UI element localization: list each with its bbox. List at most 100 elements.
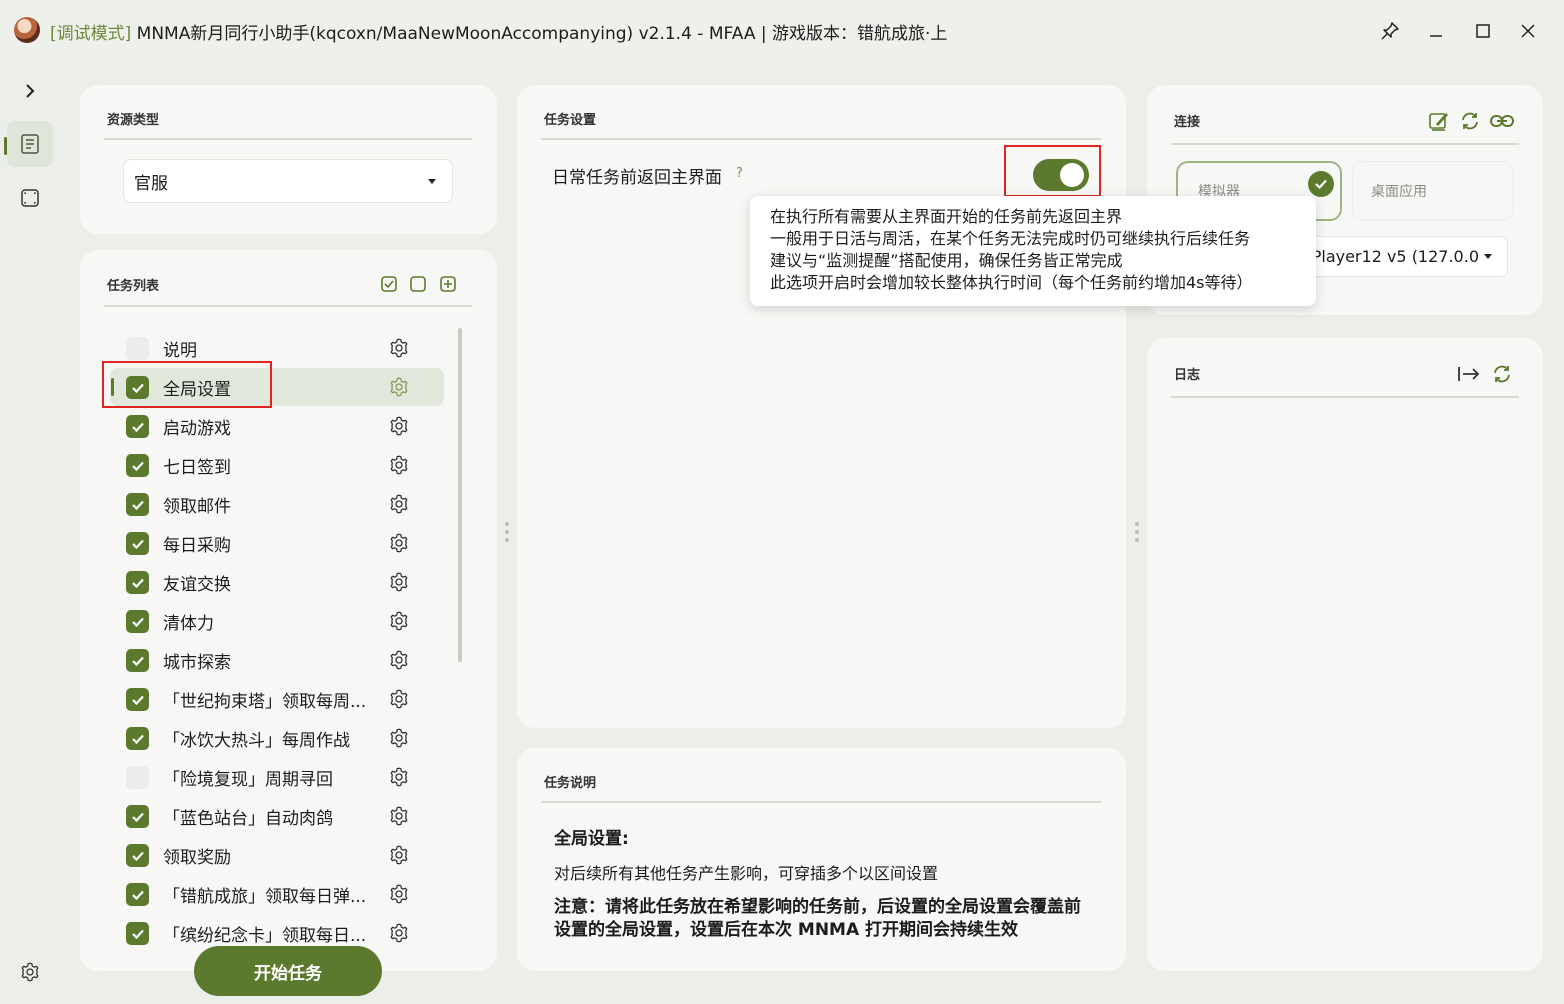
check-icon (1308, 171, 1334, 197)
task-gear-icon[interactable] (388, 883, 410, 905)
task-checkbox[interactable] (126, 688, 149, 711)
add-task-icon[interactable] (439, 275, 457, 293)
task-label: 城市探索 (163, 653, 231, 673)
task-checkbox[interactable] (126, 844, 149, 867)
task-row[interactable]: 友谊交换 (110, 563, 444, 601)
task-label: 清体力 (163, 614, 214, 634)
clear-log-icon[interactable] (1491, 363, 1513, 385)
task-list-title: 任务列表 (107, 279, 160, 294)
task-row[interactable]: 城市探索 (110, 641, 444, 679)
task-row[interactable]: 清体力 (110, 602, 444, 640)
task-gear-icon[interactable] (388, 415, 410, 437)
task-gear-icon[interactable] (388, 337, 410, 359)
task-label: 七日签到 (163, 458, 231, 478)
task-label: 「蓝色站台」自动肉鸽 (163, 809, 333, 829)
task-label: 「世纪拘束塔」领取每周... (163, 692, 367, 712)
task-checkbox[interactable] (126, 571, 149, 594)
task-checkbox[interactable] (126, 922, 149, 945)
maximize-icon[interactable] (1470, 18, 1496, 44)
task-checkbox[interactable] (126, 493, 149, 516)
task-label: 领取邮件 (163, 497, 231, 517)
tooltip-line: 建议与“监测提醒”搭配使用，确保任务皆正常完成 (770, 251, 1123, 270)
task-gear-icon[interactable] (388, 844, 410, 866)
task-row[interactable]: 每日采购 (110, 524, 444, 562)
description-text: 对后续所有其他任务产生影响，可穿插多个以区间设置 (554, 864, 939, 883)
nav-rail (0, 62, 60, 1004)
task-row[interactable]: 「世纪拘束塔」领取每周... (110, 680, 444, 718)
task-gear-icon[interactable] (388, 454, 410, 476)
task-checkbox[interactable] (126, 454, 149, 477)
task-row[interactable]: 「蓝色站台」自动肉鸽 (110, 797, 444, 835)
task-row[interactable]: 「冰饮大热斗」每周作战 (110, 719, 444, 757)
expand-nav-button[interactable] (7, 68, 53, 114)
close-icon[interactable] (1515, 18, 1541, 44)
task-checkbox[interactable] (126, 766, 149, 789)
resource-title: 资源类型 (107, 113, 160, 128)
device-select-value: uPlayer12 v5 (127.0.0 (1301, 247, 1479, 266)
return-home-tooltip: 在执行所有需要从主界面开始的任务前先返回主界 一般用于日活与周活，在某个任务无法… (750, 196, 1316, 306)
tooltip-line: 此选项开启时会增加较长整体执行时间（每个任务前约增加4s等待） (770, 273, 1253, 292)
nav-screenshot-button[interactable] (7, 175, 53, 221)
task-checkbox[interactable] (126, 649, 149, 672)
window-title-text: MNMA新月同行小助手(kqcoxn/MaaNewMoonAccompanyin… (131, 24, 948, 44)
pin-icon[interactable] (1377, 18, 1403, 44)
settings-button[interactable] (7, 949, 53, 995)
task-gear-icon[interactable] (388, 922, 410, 944)
divider (104, 138, 472, 140)
panel-splitter-right[interactable] (1135, 522, 1139, 546)
minimize-icon[interactable] (1423, 18, 1449, 44)
select-all-icon[interactable] (380, 275, 398, 293)
task-gear-icon[interactable] (388, 376, 410, 398)
task-gear-icon[interactable] (388, 649, 410, 671)
task-row[interactable]: 七日签到 (110, 446, 444, 484)
resource-select[interactable]: 官服 (123, 159, 453, 203)
task-checkbox[interactable] (126, 415, 149, 438)
edit-icon[interactable] (1428, 110, 1450, 132)
task-label: 「错航成旅」领取每日弹... (163, 887, 367, 907)
export-log-icon[interactable] (1456, 363, 1482, 385)
task-row[interactable]: 「错航成旅」领取每日弹... (110, 875, 444, 913)
task-checkbox[interactable] (126, 805, 149, 828)
connection-option-desktop[interactable]: 桌面应用 (1352, 161, 1514, 221)
tooltip-line: 一般用于日活与周活，在某个任务无法完成时仍可继续执行后续任务 (770, 229, 1251, 248)
link-icon[interactable] (1489, 110, 1515, 132)
task-label: 领取奖励 (163, 848, 231, 868)
task-checkbox[interactable] (126, 610, 149, 633)
frame-icon (21, 189, 39, 207)
start-task-button[interactable]: 开始任务 (194, 946, 382, 996)
help-icon[interactable]: ? (736, 166, 743, 181)
task-gear-icon[interactable] (388, 532, 410, 554)
task-label: 说明 (163, 341, 197, 361)
task-gear-icon[interactable] (388, 805, 410, 827)
task-gear-icon[interactable] (388, 610, 410, 632)
task-row[interactable]: 领取邮件 (110, 485, 444, 523)
divider (1171, 143, 1519, 145)
task-row[interactable]: 「险境复现」周期寻回 (110, 758, 444, 796)
divider (541, 801, 1101, 803)
chevron-right-icon (26, 84, 35, 98)
highlight-box-toggle (1004, 145, 1101, 197)
task-gear-icon[interactable] (388, 727, 410, 749)
task-list-scrollbar[interactable] (458, 328, 462, 662)
desktop-label: 桌面应用 (1371, 184, 1427, 200)
task-checkbox[interactable] (126, 727, 149, 750)
task-row[interactable]: 领取奖励 (110, 836, 444, 874)
window-title: [调试模式] MNMA新月同行小助手(kqcoxn/MaaNewMoonAcco… (50, 19, 947, 44)
panel-splitter-left[interactable] (505, 522, 509, 546)
app-icon (14, 17, 40, 43)
dropdown-caret-icon (1484, 254, 1492, 259)
refresh-icon[interactable] (1459, 110, 1481, 132)
task-label: 启动游戏 (163, 419, 231, 439)
task-gear-icon[interactable] (388, 766, 410, 788)
task-row[interactable]: 启动游戏 (110, 407, 444, 445)
task-checkbox[interactable] (126, 883, 149, 906)
task-gear-icon[interactable] (388, 571, 410, 593)
task-gear-icon[interactable] (388, 493, 410, 515)
nav-tasks-button[interactable] (7, 121, 53, 167)
task-label: 友谊交换 (163, 575, 231, 595)
task-checkbox[interactable] (126, 337, 149, 360)
return-home-label: 日常任务前返回主界面 (552, 168, 722, 188)
task-gear-icon[interactable] (388, 688, 410, 710)
task-checkbox[interactable] (126, 532, 149, 555)
deselect-all-icon[interactable] (409, 275, 427, 293)
